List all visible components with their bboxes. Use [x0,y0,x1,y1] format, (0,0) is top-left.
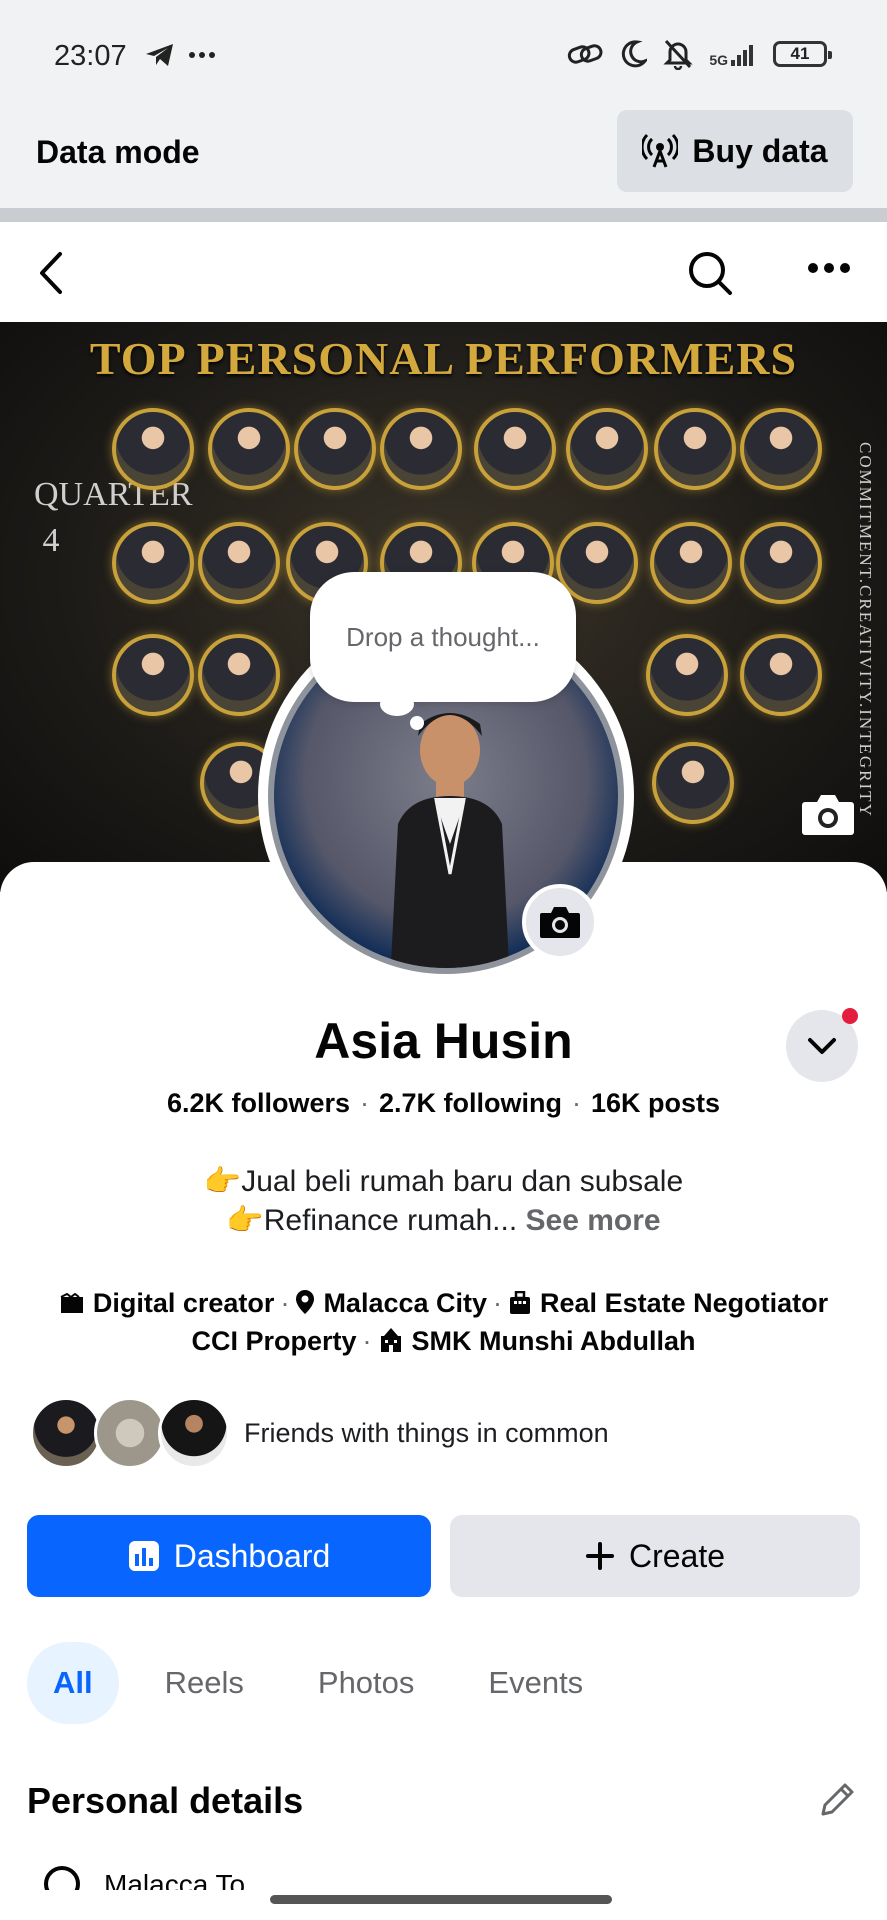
meta-company[interactable]: CCI Property [191,1326,356,1356]
cover-camera-icon[interactable] [801,792,855,836]
status-right-icons: 5G 41 [567,38,832,70]
performer-photo [474,408,556,490]
following-count[interactable]: 2.7K following [379,1088,562,1118]
cover-side-text-right: COMMITMENT.CREATIVITY.INTEGRITY [856,442,875,818]
buy-data-label: Buy data [692,132,828,169]
meta-creator: Digital creator [92,1288,275,1318]
camera-icon [540,907,580,938]
profile-stats: 6.2K followers · 2.7K following · 16K posts [166,1088,721,1118]
status-left-icons [145,42,215,68]
meta-school[interactable]: SMK Munshi Abdullah [412,1326,696,1356]
performer-photo [650,522,732,604]
search-icon[interactable] [687,250,733,296]
performer-photo [380,408,462,490]
bell-off-icon [663,39,693,70]
chevron-down-icon [808,1038,836,1054]
more-dots-icon [189,52,215,58]
dashboard-label: Dashboard [173,1537,331,1574]
tab-photos[interactable]: Photos [290,1642,443,1724]
create-button[interactable]: Create [450,1515,860,1597]
network-type: 5G [709,52,728,68]
meta-city[interactable]: Malacca City [323,1288,487,1318]
data-mode-label: Data mode [36,134,200,170]
buy-data-button[interactable]: Buy data [617,110,853,192]
performer-photo [208,408,290,490]
bio-line: 👉Refinance rumah... [226,1204,518,1237]
create-label: Create [628,1537,726,1574]
more-icon[interactable] [807,262,851,274]
performer-photo [198,634,280,716]
thought-bubble[interactable]: Drop a thought... [310,572,576,702]
performer-photo [566,408,648,490]
profile-meta: Digital creator · Malacca City · Real Estate… [0,1284,887,1360]
notification-dot [842,1008,858,1024]
performer-photo [112,522,194,604]
telegram-icon [146,44,173,66]
performer-photo [646,634,728,716]
detail-icon [44,1866,80,1890]
thought-bubble-tail-dot [410,716,424,730]
school-icon [380,1328,401,1352]
detail-text: Malacca To... [104,1869,269,1890]
friend-avatar [94,1397,166,1469]
status-bar: 23:07 5G 41 [0,0,887,104]
thought-bubble-tail [380,692,414,716]
bio-line: 👉Jual beli rumah baru dan subsale [203,1165,684,1198]
battery-indicator: 41 [773,41,832,67]
personal-detail-item[interactable]: Malacca To... [44,1866,268,1890]
profile-tabs: All Reels Photos Events [27,1642,629,1724]
link-icon [568,44,603,64]
friend-avatar [158,1397,230,1469]
cover-side-text-left: QUARTER 4 [34,476,193,559]
briefcase-icon [510,1291,531,1314]
performer-photo [740,634,822,716]
tab-all[interactable]: All [27,1642,119,1724]
plus-icon [585,1542,614,1570]
posts-count[interactable]: 16K posts [591,1088,720,1118]
cover-title: TOP PERSONAL PERFORMERS [89,333,798,384]
performer-photo [112,634,194,716]
home-indicator[interactable] [270,1895,612,1904]
followers-count[interactable]: 6.2K followers [167,1088,350,1118]
profile-name: Asia Husin [314,1013,573,1069]
meta-job[interactable]: Real Estate Negotiator [540,1288,828,1318]
avatar-person-image [390,713,510,968]
friend-avatar [30,1397,102,1469]
performer-photo [740,522,822,604]
signal-5g-icon: 5G [709,42,757,68]
top-nav-bar [0,222,887,322]
data-mode-bar: Data mode Buy data [0,104,887,208]
thought-placeholder: Drop a thought... [346,621,540,652]
performer-photo [652,742,734,824]
tab-reels[interactable]: Reels [137,1642,272,1724]
tab-events[interactable]: Events [460,1642,611,1724]
dashboard-button[interactable]: Dashboard [27,1515,431,1597]
profile-bio: 👉Jual beli rumah baru dan subsale 👉Refin… [0,1162,887,1240]
personal-details-title: Personal details [27,1780,304,1821]
broadcast-icon [642,133,679,168]
dashboard-icon [128,1541,159,1571]
location-pin-icon [296,1290,315,1314]
mutual-friends-row[interactable]: Friends with things in common [30,1396,609,1470]
performer-photo [740,408,822,490]
avatar-camera-button[interactable] [522,884,598,960]
performer-photo [294,408,376,490]
creator-icon [60,1293,83,1313]
performer-photo [198,522,280,604]
moon-icon [622,40,648,68]
friends-label: Friends with things in common [244,1417,609,1448]
back-icon[interactable] [36,250,66,296]
performer-photo [654,408,736,490]
status-time: 23:07 [54,40,127,72]
see-more-link[interactable]: See more [526,1204,661,1237]
edit-pencil-icon[interactable] [817,1780,857,1820]
divider [0,208,887,222]
performer-photo [112,408,194,490]
